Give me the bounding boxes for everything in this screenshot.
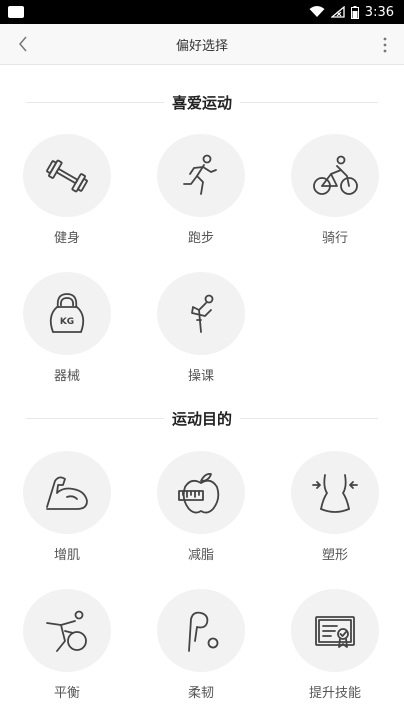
- page-title: 偏好选择: [175, 38, 228, 54]
- signal-icon: [330, 6, 345, 18]
- dumbbell-icon: [46, 159, 88, 192]
- status-icons: 3:36: [309, 5, 394, 20]
- option-label: 骑行: [321, 231, 348, 246]
- wifi-icon: [309, 6, 325, 17]
- option-label: 柔韧: [187, 686, 214, 701]
- kettlebell-icon: KG: [49, 292, 85, 333]
- kettlebell-kg-label: KG: [60, 317, 74, 327]
- section-header-exercise-goal: 运动目的: [0, 406, 404, 430]
- runner-icon: [183, 154, 217, 195]
- option-flexibility[interactable]: 柔韧: [151, 589, 251, 701]
- section-header-favorite-sports: 喜爱运动: [0, 90, 404, 114]
- back-icon[interactable]: [14, 34, 34, 54]
- waist-icon: [312, 473, 358, 513]
- option-equipment[interactable]: KG 器械: [17, 272, 117, 384]
- option-balance[interactable]: 平衡: [17, 589, 117, 701]
- stretch-icon: [191, 294, 214, 333]
- option-label: 减脂: [187, 548, 214, 563]
- option-label: 提升技能: [308, 686, 361, 701]
- option-fat-loss[interactable]: 减脂: [151, 451, 251, 563]
- option-label: 健身: [53, 231, 80, 246]
- option-improve-skills[interactable]: 提升技能: [285, 589, 385, 701]
- section-title: 运动目的: [163, 407, 240, 429]
- certificate-icon: [315, 615, 355, 648]
- section-title: 喜爱运动: [163, 91, 240, 113]
- option-label: 跑步: [187, 231, 214, 246]
- title-bar: 偏好选择: [0, 24, 404, 65]
- notification-icon: [8, 6, 24, 18]
- option-label: 器械: [53, 369, 80, 384]
- option-running[interactable]: 跑步: [151, 134, 251, 246]
- bicep-icon: [46, 476, 88, 510]
- option-muscle-gain[interactable]: 增肌: [17, 451, 117, 563]
- option-body-shaping[interactable]: 塑形: [285, 451, 385, 563]
- status-bar: 3:36: [0, 0, 404, 24]
- cyclist-icon: [313, 155, 358, 195]
- option-label: 平衡: [53, 686, 80, 701]
- battery-icon: [350, 5, 359, 19]
- balance-ball-icon: [46, 610, 87, 652]
- option-group-class[interactable]: 操课: [151, 272, 251, 384]
- status-time: 3:36: [364, 4, 394, 20]
- option-label: 操课: [187, 369, 214, 384]
- more-menu-icon[interactable]: [382, 36, 388, 54]
- option-label: 塑形: [321, 548, 348, 563]
- option-cycling[interactable]: 骑行: [285, 134, 385, 246]
- option-fitness[interactable]: 健身: [17, 134, 117, 246]
- option-label: 增肌: [53, 548, 80, 563]
- apple-tape-icon: [178, 472, 220, 513]
- flexibility-icon: [188, 611, 219, 652]
